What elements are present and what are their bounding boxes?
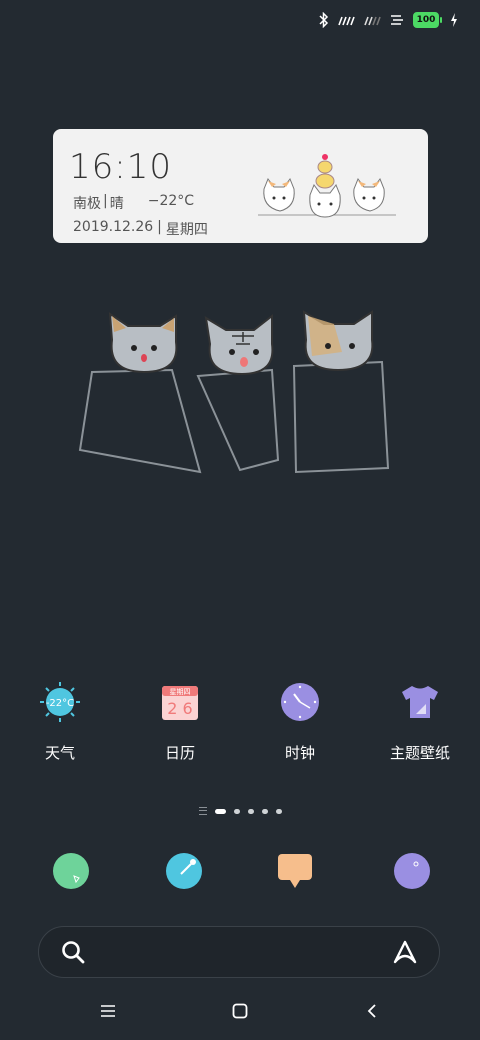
- widget-location: 南极: [73, 196, 101, 212]
- widget-date-separator: |: [157, 219, 162, 235]
- messages-icon[interactable]: [276, 852, 314, 890]
- app-label: 天气: [44, 744, 75, 762]
- signal-1-icon: [337, 13, 355, 27]
- camera-icon[interactable]: [393, 852, 431, 890]
- widget-weekday: 星期四: [165, 222, 208, 238]
- app-label: 时钟: [284, 744, 315, 762]
- page-dot: [247, 808, 254, 814]
- back-icon[interactable]: [306, 996, 480, 1026]
- search-icon[interactable]: [59, 938, 87, 966]
- browser-icon[interactable]: [165, 852, 203, 890]
- page-indicator[interactable]: [0, 807, 480, 815]
- clock-weather-widget[interactable]: 16:10 南极 | 晴 −22°C 2019.12.26 | 星期四: [53, 129, 428, 243]
- widget-separator: |: [103, 193, 108, 209]
- widget-time: 16:10: [69, 147, 172, 187]
- page-indicator-menu-icon: [198, 807, 207, 815]
- page-dot: [261, 808, 268, 814]
- app-grid-row: -22°C 天气 星期四 2 6 日历 时钟 主题壁纸: [0, 680, 480, 763]
- battery-level: 100: [413, 12, 439, 28]
- search-bar[interactable]: [38, 926, 440, 978]
- status-bar: 100: [319, 10, 458, 30]
- calendar-icon-day: 2 6: [167, 699, 192, 718]
- bluetooth-icon: [319, 12, 329, 28]
- calendar-icon: 星期四 2 6: [158, 680, 202, 724]
- charging-icon: [450, 13, 458, 27]
- menu-icon[interactable]: [0, 996, 174, 1026]
- battery-icon: 100: [413, 12, 442, 28]
- theme-icon: [398, 680, 442, 724]
- clock-icon: [278, 680, 322, 724]
- navigation-bar: [0, 996, 480, 1026]
- app-weather[interactable]: -22°C 天气: [0, 680, 120, 763]
- widget-date: 2019.12.26: [73, 219, 154, 235]
- widget-weather: 南极 | 晴 −22°C: [73, 193, 194, 213]
- app-calendar[interactable]: 星期四 2 6 日历: [120, 680, 240, 763]
- calendar-icon-header: 星期四: [170, 688, 191, 696]
- app-clock[interactable]: 时钟: [240, 680, 360, 763]
- widget-condition: 晴: [109, 196, 124, 212]
- widget-temperature: −22°C: [147, 193, 195, 209]
- widget-cats-illustration: [250, 151, 400, 227]
- app-themes[interactable]: 主题壁纸: [360, 680, 480, 763]
- wallpaper-cats-illustration: [72, 300, 402, 490]
- signal-2-icon: [363, 13, 381, 27]
- widget-date-row: 2019.12.26 | 星期四: [73, 219, 208, 239]
- app-label: 日历: [164, 744, 195, 762]
- weather-icon: -22°C: [38, 680, 82, 724]
- assistant-icon[interactable]: [391, 938, 419, 966]
- page-dot-active: [214, 808, 226, 814]
- app-label: 主题壁纸: [389, 744, 450, 762]
- home-icon[interactable]: [174, 996, 306, 1026]
- data-saver-icon: [389, 13, 405, 27]
- weather-icon-text: -22°C: [46, 698, 74, 709]
- page-dot: [275, 808, 282, 814]
- dock: [0, 852, 480, 890]
- phone-icon[interactable]: [52, 852, 90, 890]
- page-dot: [233, 808, 240, 814]
